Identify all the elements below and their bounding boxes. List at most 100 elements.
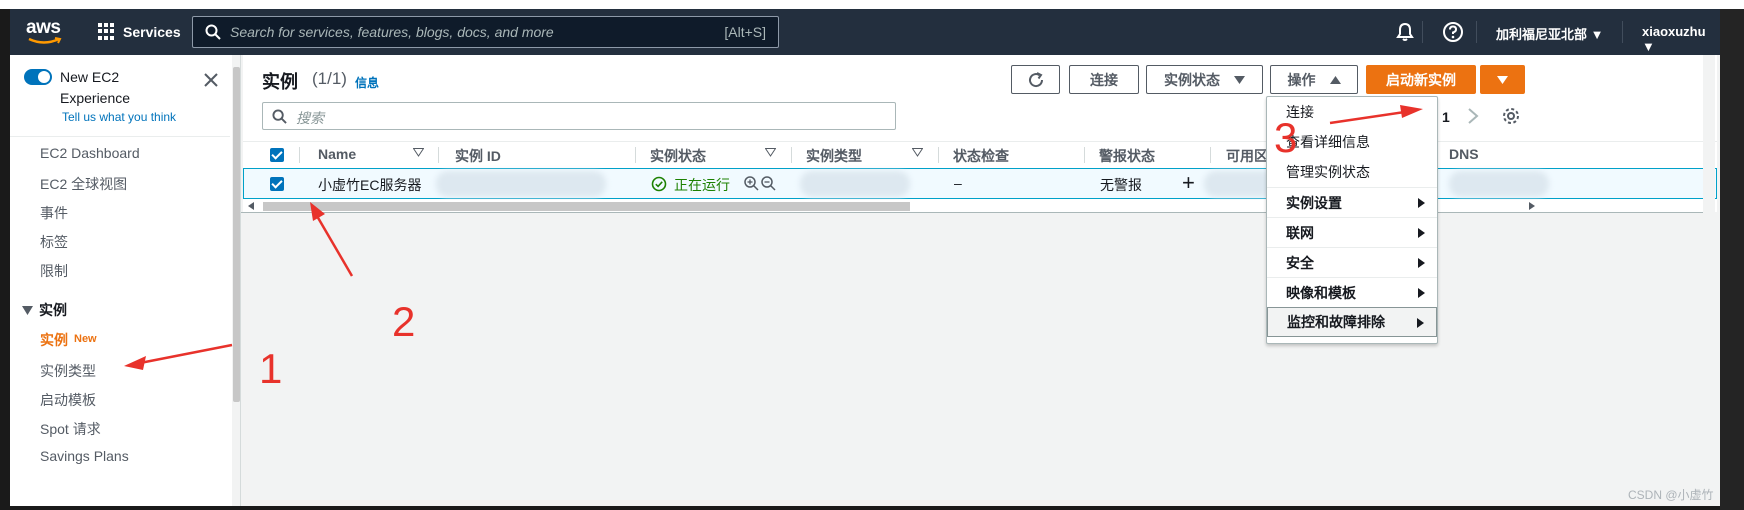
sidebar-item-events[interactable]: 事件 bbox=[40, 203, 68, 223]
column-header-dns[interactable]: DNS bbox=[1449, 146, 1479, 162]
sidebar-item-limits[interactable]: 限制 bbox=[40, 261, 68, 281]
select-all-checkbox[interactable] bbox=[270, 148, 284, 162]
horizontal-scrollbar[interactable] bbox=[243, 200, 1717, 212]
page-title: 实例 bbox=[262, 72, 298, 92]
nav-divider bbox=[1622, 21, 1623, 43]
scroll-left-icon[interactable] bbox=[248, 202, 255, 210]
refresh-icon bbox=[1028, 71, 1043, 87]
annotation-number-1: 1 bbox=[259, 345, 283, 392]
new-badge: New bbox=[74, 333, 97, 345]
sidebar-item-global-view[interactable]: EC2 全球视图 bbox=[40, 174, 127, 194]
sidebar-item-instance-types[interactable]: 实例类型 bbox=[40, 361, 96, 381]
aws-logo[interactable]: aws bbox=[26, 17, 66, 47]
horizontal-scroll-thumb[interactable] bbox=[263, 202, 910, 211]
sidebar-item-savings-plans[interactable]: Savings Plans bbox=[40, 448, 129, 464]
global-search-input[interactable]: Search for services, features, blogs, do… bbox=[192, 16, 779, 48]
menu-group-networking[interactable]: 联网 bbox=[1267, 217, 1437, 247]
bell-icon[interactable] bbox=[1395, 22, 1415, 42]
zoom-in-icon[interactable] bbox=[744, 176, 759, 191]
sidebar-section-instances[interactable]: 实例 bbox=[22, 300, 67, 320]
aws-smile-icon bbox=[28, 37, 62, 44]
close-icon[interactable] bbox=[204, 73, 218, 87]
feedback-link[interactable]: Tell us what you think bbox=[62, 110, 176, 124]
row-checkbox[interactable] bbox=[270, 177, 284, 191]
column-header-status-check[interactable]: 状态检查 bbox=[953, 146, 1009, 166]
cell-instance-state: 正在运行 bbox=[674, 177, 730, 193]
column-divider bbox=[299, 147, 300, 163]
redacted-instance-id bbox=[436, 171, 606, 197]
check-circle-icon bbox=[651, 176, 667, 192]
annotation-number-3: 3 bbox=[1274, 114, 1298, 161]
launch-instance-button[interactable]: 启动新实例 bbox=[1366, 65, 1476, 94]
launch-label: 启动新实例 bbox=[1386, 71, 1456, 88]
sidebar-section-label: 实例 bbox=[39, 302, 67, 318]
info-link[interactable]: 信息 bbox=[355, 74, 379, 91]
new-experience-toggle[interactable] bbox=[24, 69, 52, 85]
launch-dropdown-button[interactable] bbox=[1480, 65, 1525, 94]
menu-group-label: 安全 bbox=[1286, 254, 1314, 271]
add-alarm-icon[interactable]: + bbox=[1182, 170, 1195, 196]
column-header-instance-state[interactable]: 实例状态 bbox=[650, 146, 706, 166]
column-divider bbox=[438, 147, 439, 163]
menu-group-label: 监控和故障排除 bbox=[1287, 314, 1385, 330]
menu-group-monitor-troubleshoot[interactable]: 监控和故障排除 bbox=[1267, 307, 1437, 337]
cell-name: 小虚竹EC服务器 bbox=[318, 177, 422, 193]
watermark: CSDN @小虚竹 bbox=[1628, 488, 1714, 502]
menu-group-security[interactable]: 安全 bbox=[1267, 247, 1437, 277]
column-divider bbox=[635, 147, 636, 163]
search-icon bbox=[205, 24, 221, 40]
redacted-instance-type bbox=[800, 171, 910, 197]
search-icon bbox=[272, 109, 287, 124]
services-menu-button[interactable]: Services bbox=[98, 23, 181, 40]
menu-group-instance-settings[interactable]: 实例设置 bbox=[1267, 187, 1437, 217]
column-header-instance-type[interactable]: 实例类型 bbox=[806, 146, 862, 166]
column-header-alarm-status[interactable]: 警报状态 bbox=[1099, 146, 1155, 166]
sidebar-item-instances[interactable]: 实例 bbox=[40, 330, 68, 350]
instance-state-button[interactable]: 实例状态 bbox=[1146, 65, 1263, 94]
search-placeholder: Search for services, features, blogs, do… bbox=[230, 24, 554, 40]
submenu-arrow-icon bbox=[1418, 258, 1425, 268]
sort-icon[interactable] bbox=[765, 148, 776, 157]
page-number[interactable]: 1 bbox=[1442, 109, 1450, 125]
sidebar-item-tags[interactable]: 标签 bbox=[40, 232, 68, 252]
menu-group-image-templates[interactable]: 映像和模板 bbox=[1267, 277, 1437, 307]
connect-label: 连接 bbox=[1090, 71, 1118, 88]
help-icon[interactable] bbox=[1442, 21, 1464, 43]
scroll-right-icon[interactable] bbox=[1528, 202, 1535, 210]
connect-button[interactable]: 连接 bbox=[1069, 65, 1139, 94]
redacted-dns bbox=[1449, 171, 1549, 197]
column-header-name[interactable]: Name bbox=[318, 146, 356, 162]
gear-icon[interactable] bbox=[1502, 107, 1520, 125]
instance-count: (1/1) bbox=[312, 69, 347, 88]
actions-button[interactable]: 操作 bbox=[1270, 65, 1358, 94]
region-selector[interactable]: 加利福尼亚北部 ▼ bbox=[1496, 24, 1603, 43]
sort-icon[interactable] bbox=[912, 148, 923, 157]
sidebar-item-spot-requests[interactable]: Spot 请求 bbox=[40, 419, 101, 439]
sidebar-item-ec2-dashboard[interactable]: EC2 Dashboard bbox=[40, 145, 140, 161]
instance-filter-input[interactable]: 搜索 bbox=[262, 102, 896, 130]
sidebar-scroll-thumb[interactable] bbox=[233, 67, 240, 402]
refresh-button[interactable] bbox=[1011, 65, 1060, 94]
column-header-instance-id[interactable]: 实例 ID bbox=[455, 146, 501, 166]
new-experience-label: New EC2 Experience bbox=[60, 69, 131, 106]
search-shortcut: [Alt+S] bbox=[724, 24, 766, 40]
menu-group-label: 映像和模板 bbox=[1286, 284, 1356, 301]
instance-state-label: 实例状态 bbox=[1164, 71, 1220, 88]
top-navigation-bar: aws Services Search for services, featur… bbox=[10, 9, 1720, 55]
menu-group-label: 实例设置 bbox=[1286, 194, 1342, 211]
chevron-right-icon[interactable] bbox=[1467, 107, 1479, 125]
submenu-arrow-icon bbox=[1418, 228, 1425, 238]
column-header-availability-zone[interactable]: 可用区 bbox=[1226, 146, 1268, 166]
table-row[interactable]: 小虚竹EC服务器 正在运行 – 无警报 + bbox=[243, 168, 1717, 199]
zoom-out-icon[interactable] bbox=[761, 176, 776, 191]
account-menu[interactable]: xiaoxuzhu ▼ bbox=[1642, 24, 1720, 54]
grid-icon bbox=[98, 23, 115, 40]
caret-down-icon bbox=[22, 305, 33, 315]
sidebar-item-launch-templates[interactable]: 启动模板 bbox=[40, 390, 96, 410]
main-scrollbar[interactable] bbox=[1703, 55, 1715, 506]
panel-divider bbox=[241, 212, 1715, 213]
sort-icon[interactable] bbox=[413, 148, 424, 157]
filter-placeholder: 搜索 bbox=[296, 110, 324, 126]
sidebar-divider bbox=[10, 136, 230, 137]
aws-logo-text: aws bbox=[26, 17, 61, 38]
